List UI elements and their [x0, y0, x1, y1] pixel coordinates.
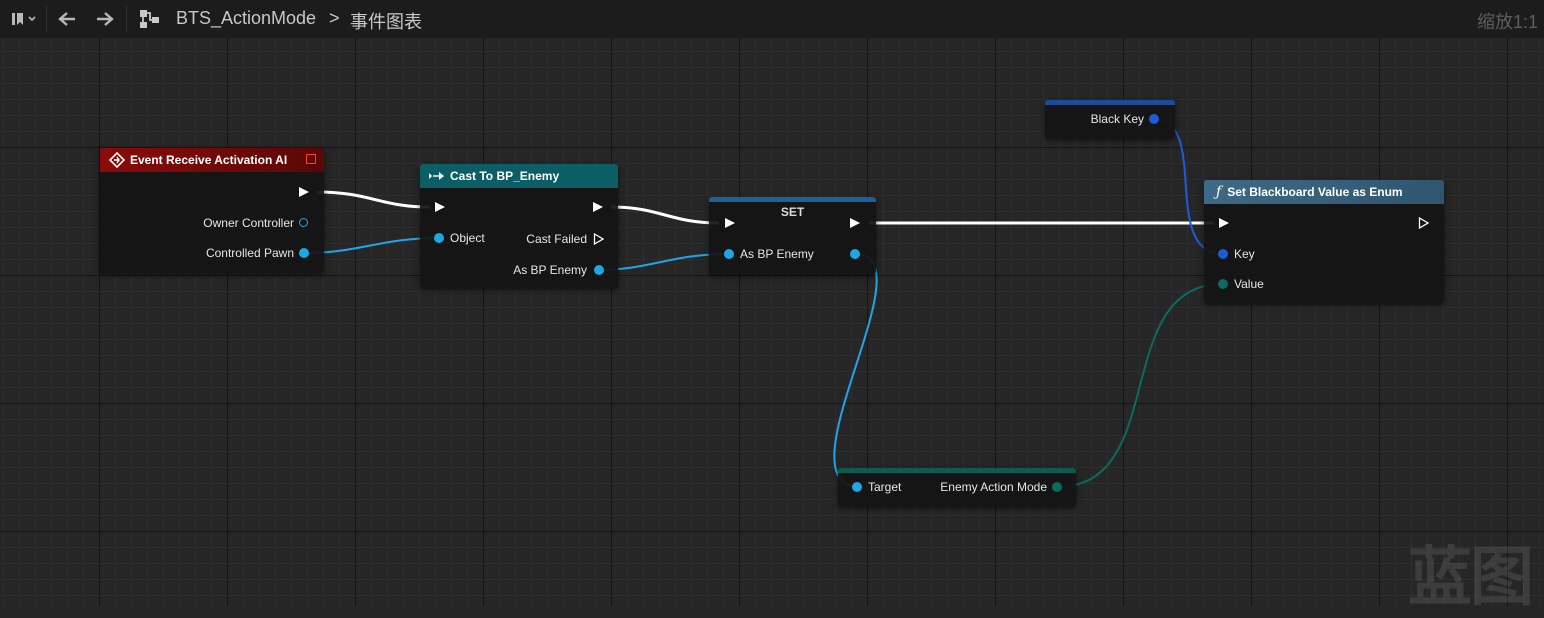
forward-button[interactable]: [92, 4, 118, 34]
pin-label-controlled-pawn: Controlled Pawn: [205, 246, 294, 260]
back-button[interactable]: [54, 4, 80, 34]
node-header[interactable]: Event Receive Activation AI: [100, 148, 324, 172]
zoom-level: 缩放1:1: [1476, 12, 1538, 32]
toolbar-separator: [46, 6, 47, 32]
function-icon: ƒ: [1216, 184, 1222, 200]
exec-output-pin[interactable]: [299, 187, 309, 197]
pin-label-owner-controller: Owner Controller: [203, 216, 294, 230]
bookmark-button[interactable]: [4, 4, 42, 34]
node-title: Cast To BP_Enemy: [450, 169, 560, 183]
set-blackboard-value-as-enum-node[interactable]: ƒ Set Blackboard Value as Enum Key Value: [1204, 180, 1444, 303]
cast-to-bp-enemy-node[interactable]: Cast To BP_Enemy Object Cast Failed As B…: [420, 164, 618, 288]
node-title: Set Blackboard Value as Enum: [1227, 185, 1403, 199]
graph-toolbar: BTS_ActionMode > 事件图表 缩放1:1: [0, 0, 1544, 39]
pin-label-as-bp-enemy: As BP Enemy: [513, 263, 587, 277]
set-variable-node[interactable]: SET As BP Enemy: [709, 197, 876, 274]
arrow-right-icon: [97, 12, 114, 26]
enemy-action-mode-variable-node[interactable]: Target Enemy Action Mode: [838, 468, 1076, 506]
delegate-pin-icon[interactable]: [306, 154, 316, 164]
exec-output-pin[interactable]: [593, 202, 603, 212]
key-pin[interactable]: [1218, 249, 1228, 259]
bookmark-icon: [12, 13, 36, 25]
as-bp-enemy-input-pin[interactable]: [724, 249, 734, 259]
exec-input-pin[interactable]: [725, 218, 735, 228]
pin-label-as-bp-enemy: As BP Enemy: [740, 247, 814, 261]
as-bp-enemy-output-pin[interactable]: [850, 249, 860, 259]
black-key-pin[interactable]: [1149, 114, 1159, 124]
graph-canvas[interactable]: [0, 38, 1544, 606]
breadcrumb-graph[interactable]: 事件图表: [350, 8, 422, 34]
pin-label-value: Value: [1234, 277, 1264, 291]
controlled-pawn-pin[interactable]: [299, 248, 309, 258]
cast-icon: [429, 172, 444, 180]
exec-input-pin[interactable]: [435, 202, 445, 212]
node-header-bar: [709, 197, 876, 202]
blueprint-graph-icon: [136, 4, 164, 34]
value-pin[interactable]: [1218, 279, 1228, 289]
pin-label-cast-failed: Cast Failed: [526, 232, 587, 246]
as-bp-enemy-pin[interactable]: [594, 265, 604, 275]
pin-label-enemy-action-mode: Enemy Action Mode: [940, 480, 1047, 494]
node-header[interactable]: ƒ Set Blackboard Value as Enum: [1204, 180, 1444, 204]
enemy-action-mode-pin[interactable]: [1052, 482, 1062, 492]
pin-label-target: Target: [868, 480, 902, 494]
black-key-variable-node[interactable]: Black Key: [1045, 100, 1175, 138]
toolbar-separator: [126, 6, 127, 32]
node-header-bar: [838, 468, 1076, 473]
cast-failed-exec-pin[interactable]: [593, 233, 605, 245]
arrow-left-icon: [58, 12, 75, 26]
graph-type-watermark: 蓝图: [1408, 541, 1534, 615]
breadcrumb-asset[interactable]: BTS_ActionMode: [176, 8, 316, 29]
exec-input-pin[interactable]: [1219, 218, 1229, 228]
node-title: Event Receive Activation AI: [130, 153, 288, 167]
target-pin[interactable]: [852, 482, 862, 492]
exec-output-pin[interactable]: [1418, 217, 1430, 229]
pin-label-black-key: Black Key: [1090, 112, 1144, 126]
event-icon: [109, 152, 125, 168]
event-receive-activation-node[interactable]: Event Receive Activation AI Owner Contro…: [100, 148, 324, 273]
pin-label-object: Object: [450, 231, 485, 245]
node-title: SET: [780, 205, 805, 219]
node-header[interactable]: Cast To BP_Enemy: [420, 164, 618, 188]
breadcrumb-separator: >: [329, 8, 340, 28]
exec-output-pin[interactable]: [850, 218, 860, 228]
object-pin[interactable]: [434, 233, 444, 243]
node-header-bar: [1045, 100, 1175, 105]
owner-controller-pin[interactable]: [299, 218, 308, 227]
pin-label-key: Key: [1234, 247, 1255, 261]
